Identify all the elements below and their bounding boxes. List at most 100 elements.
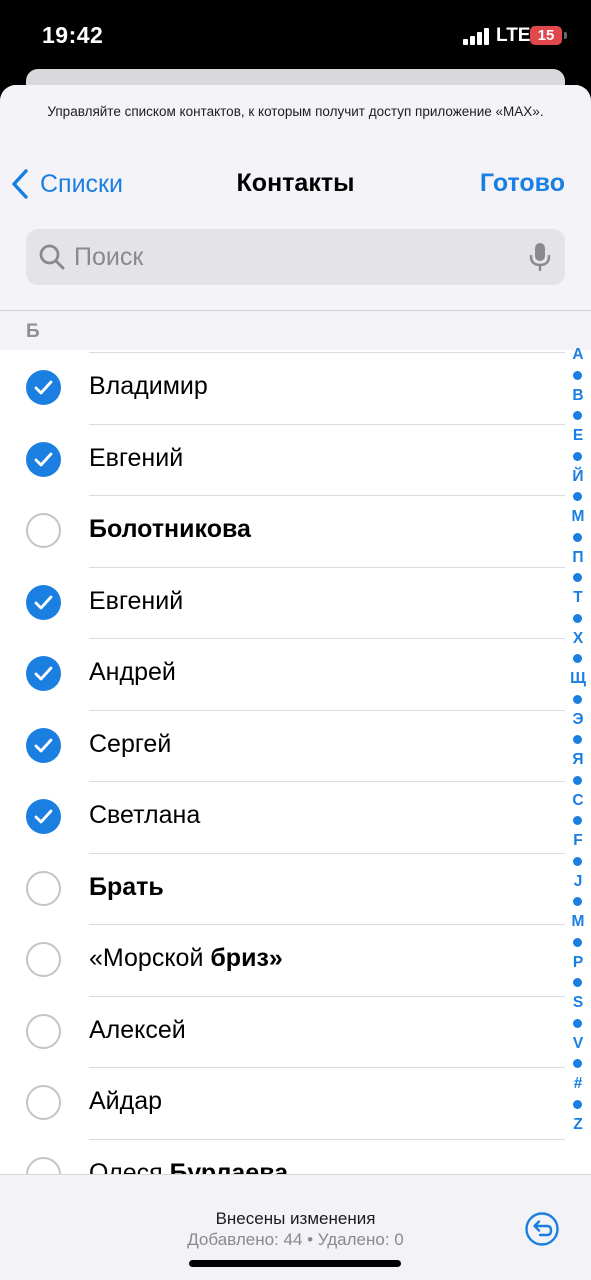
checkbox-unchecked[interactable] [26, 513, 61, 548]
index-letter[interactable]: Э [568, 711, 588, 729]
index-letter[interactable]: Й [568, 468, 588, 486]
index-letter[interactable]: Х [568, 630, 588, 648]
index-dot[interactable] [573, 451, 582, 461]
contact-row[interactable]: Айдар [0, 1067, 591, 1138]
index-letter[interactable]: F [568, 832, 588, 850]
sheet-header: Управляйте списком контактов, к которым … [0, 85, 591, 310]
index-dot[interactable] [573, 856, 582, 866]
contact-first-name: Светлана [89, 801, 201, 829]
checkbox-checked[interactable] [26, 441, 61, 477]
contact-name: Владимир [89, 372, 208, 401]
contact-name: «Морской бриз» [89, 944, 283, 973]
index-dot[interactable] [573, 694, 582, 704]
contact-row[interactable]: Андрей [0, 638, 591, 709]
index-dot[interactable] [573, 1099, 582, 1109]
contact-first-name: Евгений [89, 586, 184, 615]
row-separator [89, 352, 565, 353]
index-letter[interactable]: S [568, 994, 588, 1012]
checkbox-unchecked[interactable] [26, 1085, 61, 1120]
status-bar: 19:42 LTE 15 [0, 0, 591, 70]
status-time: 19:42 [42, 22, 104, 48]
contact-name: Андрей [89, 658, 176, 687]
contact-name: Евгений [89, 587, 183, 616]
index-letter[interactable]: Z [568, 1116, 588, 1134]
contact-first-name: «Морской [89, 944, 204, 972]
home-indicator [189, 1260, 401, 1267]
checkbox-checked[interactable] [26, 370, 61, 405]
contact-name: Брать [89, 873, 164, 902]
index-dot[interactable] [573, 370, 582, 380]
contact-name: Евгений [89, 444, 183, 473]
checkmark-icon [34, 809, 53, 824]
contact-row[interactable]: Сергей [0, 709, 591, 781]
contact-row[interactable]: Евгений [0, 423, 591, 495]
index-letter[interactable]: M [568, 913, 588, 931]
checkbox-unchecked[interactable] [26, 1013, 61, 1049]
index-letter[interactable]: П [568, 549, 588, 567]
index-letter[interactable]: Т [568, 589, 588, 607]
checkbox-checked[interactable] [26, 584, 61, 620]
contact-row[interactable]: Евгений [0, 566, 591, 638]
index-dot[interactable] [573, 775, 582, 785]
search-input[interactable] [74, 229, 514, 285]
contact-last-name: бриз» [210, 944, 283, 972]
index-dot[interactable] [573, 532, 582, 542]
contacts-sheet: Управляйте списком контактов, к которым … [0, 85, 591, 1280]
row-separator [89, 495, 565, 496]
contact-first-name: Андрей [89, 658, 176, 686]
contact-row[interactable]: «Морской бриз» [0, 924, 591, 995]
index-letter[interactable]: Е [568, 427, 588, 445]
contact-row[interactable]: Светлана [0, 781, 591, 852]
checkbox-checked[interactable] [26, 727, 61, 763]
changes-stats: Добавлено: 44 • Удалено: 0 [187, 1230, 404, 1249]
index-letter[interactable]: В [568, 387, 588, 405]
index-dot[interactable] [573, 1018, 582, 1028]
index-letter[interactable]: # [568, 1075, 588, 1093]
index-letter[interactable]: P [568, 954, 588, 972]
contact-name: Айдар [89, 1087, 162, 1116]
battery-icon: 15 [530, 26, 562, 45]
checkbox-checked[interactable] [26, 656, 61, 691]
checkbox-checked[interactable] [26, 799, 61, 834]
checkmark-icon [34, 452, 53, 466]
row-separator [89, 423, 565, 425]
signal-icon [463, 28, 491, 45]
checkmark-icon [34, 666, 53, 681]
undo-icon[interactable] [524, 1211, 560, 1247]
index-letter[interactable]: А [568, 346, 588, 364]
index-dot[interactable] [573, 613, 582, 623]
contact-list: Владимир Евгений Болотникова Евгений Андрей С… [0, 350, 591, 1180]
battery-tip [564, 32, 567, 39]
done-button[interactable]: Готово [480, 169, 565, 198]
contact-row[interactable]: Владимир [0, 352, 591, 423]
contact-row[interactable]: Болотникова [0, 495, 591, 566]
contact-first-name: Алексей [89, 1015, 186, 1044]
section-header: Б [0, 310, 591, 351]
microphone-icon[interactable] [529, 242, 551, 272]
section-letter: Б [26, 321, 40, 342]
index-letter[interactable]: М [568, 508, 588, 526]
contact-row[interactable]: Брать [0, 852, 591, 924]
checkmark-icon [34, 380, 53, 395]
checkbox-unchecked[interactable] [26, 942, 61, 977]
contact-first-name: Сергей [89, 729, 172, 758]
row-separator [89, 638, 565, 639]
row-separator [89, 852, 565, 854]
contact-name: Светлана [89, 801, 200, 830]
index-letter[interactable]: J [568, 873, 588, 891]
search-bar[interactable] [26, 229, 565, 285]
contact-row[interactable]: Алексей [0, 995, 591, 1067]
index-letter[interactable]: Щ [568, 670, 588, 688]
index-letter[interactable]: C [568, 792, 588, 810]
row-separator [89, 1067, 565, 1068]
contact-first-name: Евгений [89, 443, 184, 472]
index-letter[interactable]: V [568, 1035, 588, 1053]
contact-first-name: Айдар [89, 1087, 163, 1115]
contact-name: Алексей [89, 1016, 186, 1045]
index-dot[interactable] [573, 937, 582, 947]
row-separator [89, 1138, 565, 1140]
contact-last-name: Болотникова [89, 515, 251, 543]
search-icon [39, 244, 65, 270]
index-letter[interactable]: Я [568, 751, 588, 769]
checkbox-unchecked[interactable] [26, 870, 61, 906]
